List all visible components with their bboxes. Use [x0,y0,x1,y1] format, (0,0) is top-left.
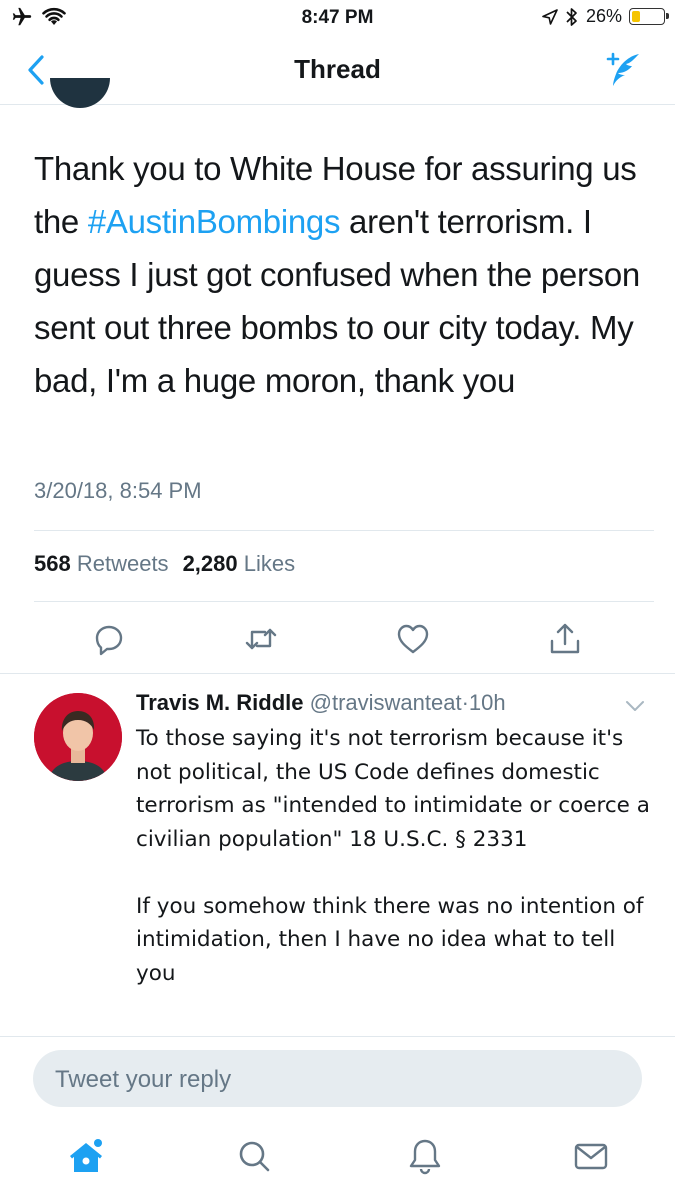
tab-notifications[interactable] [405,1136,445,1176]
retweets-label: Retweets [76,551,169,576]
share-icon [550,623,580,654]
battery-percent: 26% [585,6,622,26]
divider [0,673,675,674]
reply-header: Travis M. Riddle @traviswanteat·10h [136,690,506,716]
status-bar: 8:47 PM 26% [0,0,675,36]
like-icon [397,624,429,654]
messages-icon [574,1143,608,1170]
tweet-actions [0,615,675,663]
reply-button[interactable] [91,621,127,657]
likes-count: 2,280 [182,551,238,576]
battery-level [632,11,640,22]
avatar-image [34,693,122,781]
reply-author-name[interactable]: Travis M. Riddle [136,690,304,715]
tweet-text: Thank you to White House for assuring us… [34,142,644,407]
chevron-down-icon [626,701,644,711]
tab-search[interactable] [234,1136,274,1176]
divider [34,601,654,602]
share-button[interactable] [547,621,583,657]
retweet-button[interactable] [243,621,279,657]
reply-author-handle[interactable]: @traviswanteat [310,690,462,715]
tweet-timestamp: 3/20/18, 8:54 PM [34,478,202,503]
retweets-count: 568 [34,551,71,576]
retweet-icon [245,628,277,650]
divider [34,530,654,531]
retweets-stat[interactable]: 568 Retweets [34,551,173,577]
reply-separator: · [461,690,469,715]
battery-icon [629,8,669,25]
reply-box [33,1050,642,1109]
bluetooth-icon [566,7,577,26]
likes-label: Likes [243,551,296,576]
divider [0,1036,675,1037]
tab-bar [0,1128,675,1200]
status-right: 26% [542,6,669,27]
compose-tweet-button[interactable] [601,48,645,92]
reply-icon [95,625,123,656]
search-icon [239,1141,270,1172]
compose-tweet-icon [606,52,639,86]
likes-stat[interactable]: 2,280 Likes [183,551,300,577]
home-icon [70,1139,102,1172]
avatar[interactable] [34,693,122,781]
reply-text: To those saying it's not terrorism becau… [136,726,650,986]
reply-options-button[interactable] [622,696,648,716]
like-button[interactable] [395,621,431,657]
location-icon [542,8,558,25]
tab-messages[interactable] [571,1136,611,1176]
tab-home[interactable] [66,1136,106,1176]
reply-time: 10h [468,690,506,715]
tweet-stats: 568 Retweets 2,280 Likes [34,551,299,577]
notifications-icon [409,1139,441,1175]
reply-input[interactable] [53,1050,617,1109]
hashtag-link[interactable]: #AustinBombings [88,203,341,240]
